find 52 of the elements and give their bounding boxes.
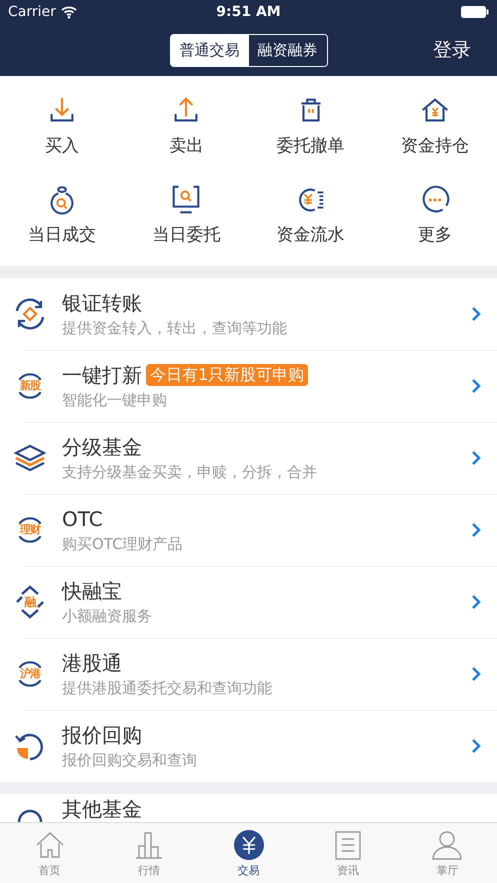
service-title: 分级基金 — [62, 434, 142, 460]
wifi-icon — [60, 5, 77, 19]
quick-action[interactable]: 委托撤单 — [248, 94, 373, 157]
quick-action[interactable]: 买入 — [0, 94, 124, 157]
quick-action[interactable]: 当日成交 — [0, 183, 124, 246]
battery-icon — [461, 6, 489, 18]
service-title: 港股通 — [62, 650, 122, 676]
service-description: 提供资金转入，转出，查询等功能 — [62, 318, 288, 338]
service-row[interactable]: 理财 OTC 购买OTC理财产品 — [0, 494, 497, 566]
service-description: 提供港股通委托交易和查询功能 — [62, 678, 273, 698]
service-row[interactable]: 报价回购 报价回购交易和查询 — [0, 710, 497, 782]
icon-label: 新股 — [19, 378, 42, 394]
service-title: 其他基金 — [62, 796, 142, 822]
quick-action[interactable]: 资金流水 — [248, 183, 373, 246]
quick-action[interactable]: 资金持仓 — [372, 94, 497, 157]
service-row[interactable]: 银证转账 提供资金转入，转出，查询等功能 — [0, 278, 497, 350]
service-description: 小额融资服务 — [62, 606, 153, 626]
icon-label: 沪港 — [19, 666, 42, 682]
chevron-icon — [471, 522, 481, 538]
clock-time: 9:51 AM — [216, 4, 281, 20]
quick-action[interactable]: 卖出 — [124, 94, 248, 157]
service-row[interactable]: 融 快融宝 小额融资服务 — [0, 566, 497, 638]
person-icon — [431, 829, 464, 861]
tab-bar-item[interactable]: 交易 — [198, 823, 298, 883]
carrier-name: Carrier — [8, 4, 56, 20]
service-description: 购买OTC理财产品 — [62, 534, 184, 554]
service-title: 一键打新 — [62, 362, 142, 388]
quick-action[interactable]: 更多 — [372, 183, 497, 246]
service-description: 支持分级基金买卖，申赎，分拆，合并 — [62, 462, 318, 482]
service-row[interactable]: 沪港 港股通 提供港股通委托交易和查询功能 — [0, 638, 497, 710]
chevron-icon — [471, 666, 481, 682]
chevron-icon — [471, 306, 481, 322]
service-title: 报价回购 — [62, 722, 142, 748]
quick-action[interactable]: 当日委托 — [124, 183, 248, 246]
service-row[interactable]: 分级基金 支持分级基金买卖，申赎，分拆，合并 — [0, 422, 497, 494]
segment-tab[interactable]: 普通交易 — [170, 34, 248, 66]
service-title: 银证转账 — [62, 290, 142, 316]
service-description: 报价回购交易和查询 — [62, 750, 198, 770]
service-title: OTC — [62, 506, 103, 532]
service-title: 快融宝 — [62, 578, 122, 604]
service-description: 智能化一键申购 — [62, 390, 168, 410]
chevron-icon — [471, 450, 481, 466]
icon-label: 融 — [24, 594, 38, 611]
service-row[interactable]: 新股 一键打新 今日有1只新股可申购 智能化一键申购 — [0, 350, 497, 422]
icon-label: 理财 — [18, 522, 42, 538]
chevron-icon — [471, 378, 481, 394]
promo-badge: 今日有1只新股可申购 — [146, 364, 308, 386]
chevron-icon — [471, 594, 481, 610]
service-row[interactable]: 其他基金 — [0, 794, 497, 822]
login-button[interactable]: 登录 — [433, 37, 471, 63]
chevron-icon — [471, 738, 481, 754]
yen-icon — [232, 829, 265, 861]
